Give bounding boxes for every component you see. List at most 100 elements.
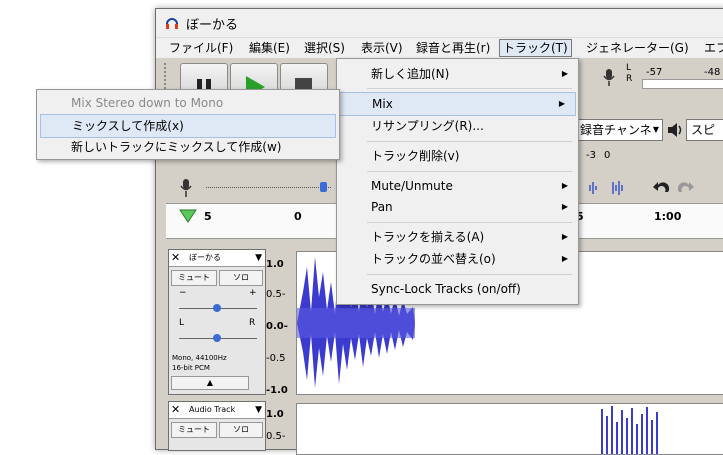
- menu-item-label: Pan: [371, 200, 393, 214]
- menu-item-mix[interactable]: Mix ▶: [339, 92, 576, 116]
- menu-item-mix-and-render[interactable]: ミックスして作成(x): [40, 114, 336, 138]
- menu-item-label: Sync-Lock Tracks (on/off): [371, 282, 521, 296]
- playback-meter-value-b: 0: [604, 150, 611, 161]
- mic-volume-icon: [180, 179, 192, 197]
- pan-left-label: L: [179, 318, 185, 328]
- menu-view[interactable]: 表示(V): [358, 40, 406, 56]
- menu-item-label: 新しいトラックにミックスして作成(w): [71, 140, 282, 154]
- playback-meter-value-a: -3: [586, 150, 596, 161]
- menu-item-mute-unmute[interactable]: Mute/Unmute ▶: [337, 175, 578, 197]
- menu-select[interactable]: 選択(S): [301, 40, 348, 56]
- speaker-icon: [668, 123, 682, 137]
- menu-separator: [367, 274, 572, 275]
- chevron-up-icon: ▲: [206, 378, 214, 387]
- mute-button[interactable]: ミュート: [171, 422, 217, 438]
- gain-minus-label: −: [179, 288, 187, 298]
- menu-item-pan[interactable]: Pan ▶: [337, 196, 578, 218]
- undo-icon[interactable]: [651, 177, 673, 199]
- headphones-icon: [166, 18, 178, 29]
- menu-tracks[interactable]: トラック(T): [499, 39, 572, 57]
- menu-item-label: Mix: [372, 97, 393, 111]
- scale-label: -0.5: [266, 353, 286, 364]
- recording-meter[interactable]: [642, 79, 723, 89]
- scale-label: 1.0: [266, 259, 284, 270]
- solo-button[interactable]: ソロ: [219, 270, 263, 286]
- menu-bar: ファイル(F) 編集(E) 選択(S) 表示(V) 録音と再生(r) トラック(…: [156, 38, 723, 58]
- microphone-icon[interactable]: [601, 67, 617, 87]
- mix-submenu: Mix Stereo down to Mono ミックスして作成(x) 新しいト…: [36, 89, 340, 160]
- submenu-arrow-icon: ▶: [561, 254, 568, 263]
- menu-effect[interactable]: エフ: [701, 40, 723, 56]
- track-bit-info: 16-bit PCM: [172, 364, 210, 372]
- track-format-info: Mono, 44100Hz: [172, 354, 227, 362]
- scale-label: 0.0-: [266, 321, 288, 332]
- menu-item-resample[interactable]: リサンプリング(R)...: [337, 115, 578, 137]
- submenu-arrow-icon: ▶: [561, 181, 568, 190]
- track2-title-bar[interactable]: ✕ Audio Track ▼: [169, 402, 265, 419]
- meter-value-b: -48: [704, 67, 721, 78]
- menu-separator: [367, 141, 572, 142]
- channel-select[interactable]: 録音チャンネ ▼: [577, 119, 663, 141]
- chevron-down-icon: ▼: [652, 125, 659, 134]
- track2-control-panel: ✕ Audio Track ▼ ミュート ソロ: [168, 401, 266, 451]
- menu-item-label: 新しく追加(N): [371, 67, 450, 81]
- menu-item-mix-to-new-track[interactable]: 新しいトラックにミックスして作成(w): [37, 136, 339, 158]
- gain-slider-thumb[interactable]: [213, 304, 221, 312]
- scale-label: 0.5-: [266, 289, 286, 300]
- menu-edit[interactable]: 編集(E): [246, 40, 293, 56]
- menu-generate[interactable]: ジェネレーター(G): [583, 40, 692, 56]
- menu-item-sync-lock[interactable]: Sync-Lock Tracks (on/off): [337, 278, 578, 300]
- chevron-down-icon[interactable]: ▼: [255, 402, 262, 418]
- close-icon[interactable]: ✕: [171, 250, 180, 266]
- menu-item-label: Mix Stereo down to Mono: [71, 96, 224, 110]
- menu-separator: [367, 171, 572, 172]
- track2-waveform[interactable]: [296, 403, 723, 455]
- redo-icon[interactable]: [674, 177, 696, 199]
- menu-separator: [367, 222, 572, 223]
- meter-right-letter: R: [626, 74, 633, 84]
- mic-volume-thumb[interactable]: [320, 182, 327, 192]
- waveform-graphic: [601, 406, 658, 454]
- mic-volume-slider[interactable]: [206, 187, 331, 189]
- menu-item-label: トラックの並べ替え(o): [371, 252, 496, 266]
- solo-button[interactable]: ソロ: [219, 422, 263, 438]
- play-head-icon[interactable]: [178, 208, 198, 224]
- playback-device-label: スピ: [691, 123, 716, 137]
- meter-left-letter: L: [626, 63, 632, 73]
- menu-file[interactable]: ファイル(F): [166, 40, 236, 56]
- menu-item-sort-tracks[interactable]: トラックの並べ替え(o) ▶: [337, 248, 578, 270]
- mute-button[interactable]: ミュート: [171, 270, 217, 286]
- menu-item-label: トラックを揃える(A): [371, 230, 485, 244]
- tracks-dropdown-menu: 新しく追加(N) ▶ Mix ▶ リサンプリング(R)... トラック削除(v)…: [336, 58, 579, 305]
- playback-device-select[interactable]: スピ: [686, 119, 723, 141]
- track2-name[interactable]: Audio Track: [189, 402, 235, 418]
- menu-transport[interactable]: 録音と再生(r): [413, 40, 493, 56]
- menu-item-label: リサンプリング(R)...: [371, 119, 484, 133]
- scale-label: -1.0: [266, 385, 288, 396]
- menu-item-label: トラック削除(v): [371, 149, 460, 163]
- collapse-track-button[interactable]: ▲: [171, 376, 249, 390]
- submenu-arrow-icon: ▶: [561, 69, 568, 78]
- menu-item-add-new[interactable]: 新しく追加(N) ▶: [337, 63, 578, 85]
- menu-item-label: ミックスして作成(x): [72, 119, 184, 133]
- track-name[interactable]: ぼーかる: [189, 250, 221, 266]
- track-title-bar[interactable]: ✕ ぼーかる ▼: [169, 250, 265, 267]
- chevron-down-icon[interactable]: ▼: [255, 250, 262, 266]
- close-icon[interactable]: ✕: [171, 402, 180, 418]
- gain-plus-label: +: [249, 288, 257, 298]
- timeline-tick-start: 5: [204, 210, 212, 223]
- waveform-tools-icon[interactable]: [586, 177, 636, 199]
- menu-item-remove-tracks[interactable]: トラック削除(v): [337, 145, 578, 167]
- menu-item-label: Mute/Unmute: [371, 179, 453, 193]
- scale-label: 1.0: [266, 409, 284, 420]
- track-control-panel: ✕ ぼーかる ▼ ミュート ソロ − + L R Mono, 44100Hz 1…: [168, 249, 266, 395]
- pan-slider-thumb[interactable]: [213, 334, 221, 342]
- title-bar: ぼーかる: [156, 9, 723, 38]
- timeline-tick-zero: 0: [294, 210, 302, 223]
- submenu-arrow-icon: ▶: [558, 99, 565, 108]
- timeline-tick-one-min: 1:00: [654, 210, 682, 223]
- menu-separator: [367, 88, 572, 89]
- meter-value-a: -57: [646, 67, 663, 78]
- menu-item-mix-stereo-to-mono: Mix Stereo down to Mono: [37, 92, 339, 114]
- menu-item-align-tracks[interactable]: トラックを揃える(A) ▶: [337, 226, 578, 248]
